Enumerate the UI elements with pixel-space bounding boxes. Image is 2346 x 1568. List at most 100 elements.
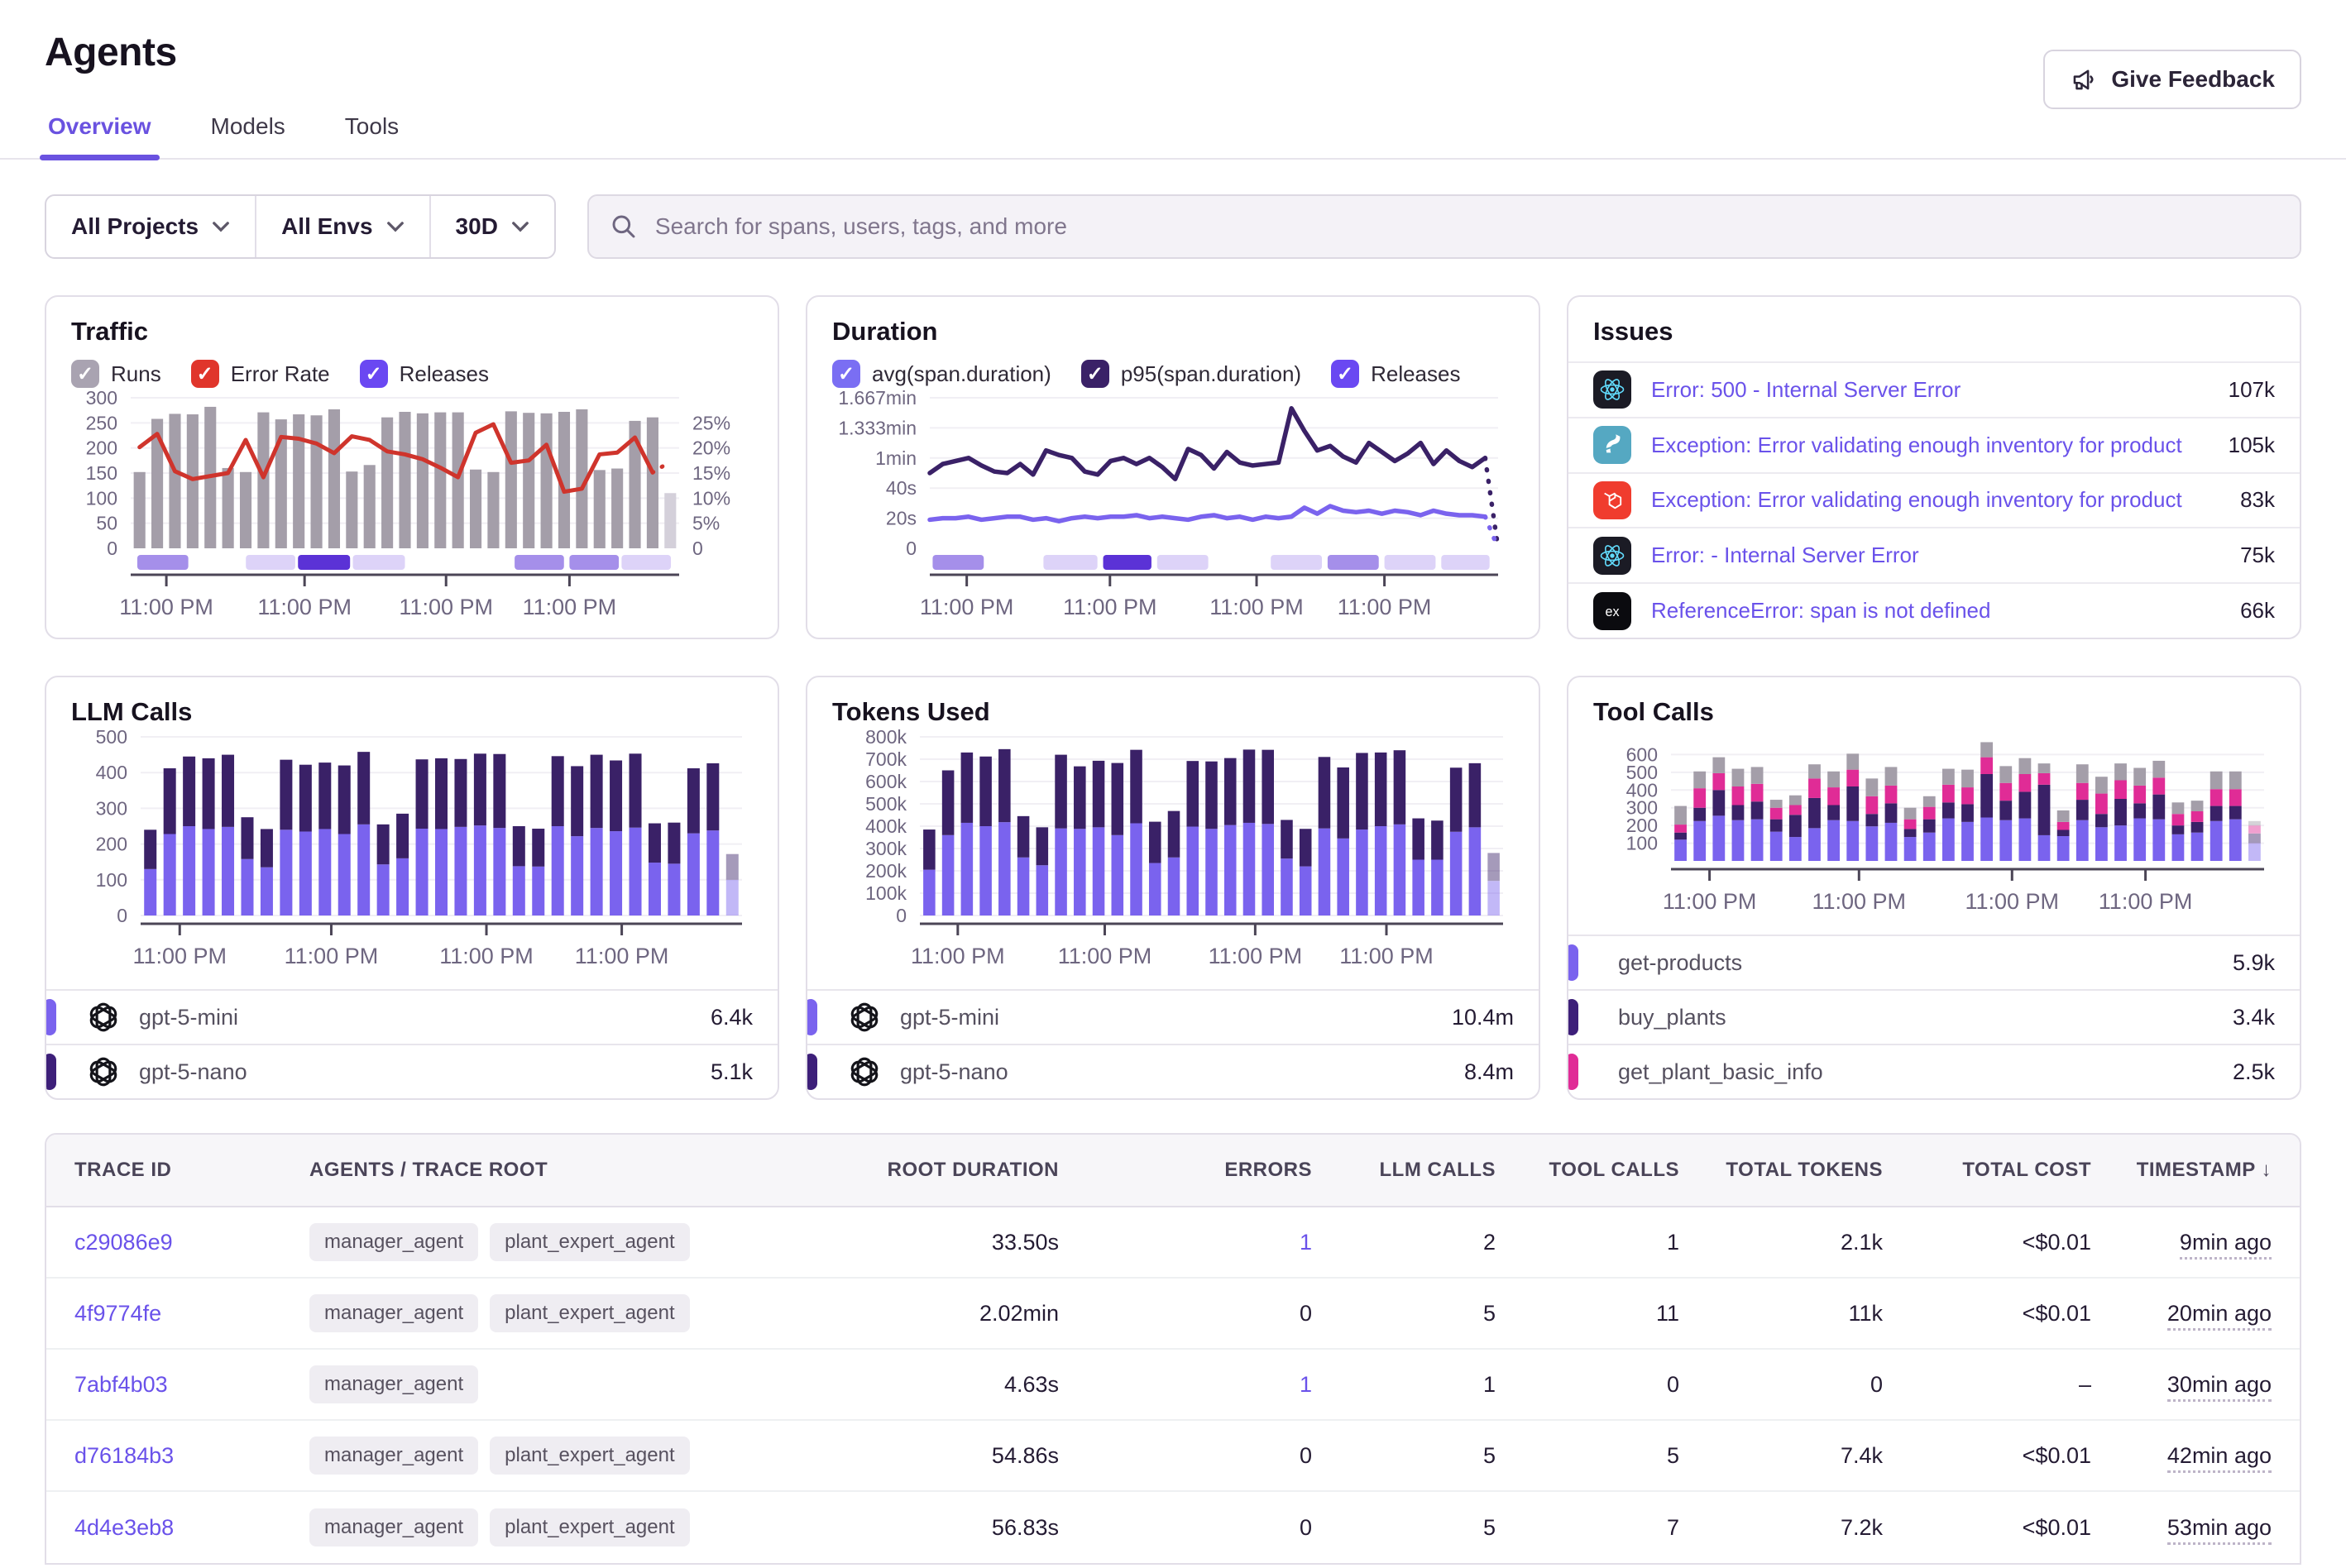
legend-row-gpt-5-mini: gpt-5-mini 6.4k	[46, 989, 778, 1044]
tool-calls-cell: 5	[1496, 1443, 1679, 1469]
give-feedback-label: Give Feedback	[2111, 66, 2275, 93]
svg-text:11:00 PM: 11:00 PM	[523, 595, 617, 618]
runs-checkbox[interactable]: Runs	[71, 360, 161, 388]
releases-label: Releases	[1371, 361, 1460, 387]
svg-text:600: 600	[1626, 743, 1658, 765]
svg-text:300: 300	[96, 797, 127, 819]
tool-calls-cell: 1	[1496, 1230, 1679, 1255]
issue-count: 75k	[2240, 543, 2275, 568]
table-row[interactable]: d76184b3 manager_agentplant_expert_agent…	[46, 1421, 2300, 1492]
series-name: gpt-5-nano	[139, 1059, 247, 1085]
col-total-tokens[interactable]: TOTAL TOKENS	[1679, 1159, 1883, 1182]
col-root-duration[interactable]: ROOT DURATION	[778, 1159, 1059, 1182]
svg-text:11:00 PM: 11:00 PM	[1965, 889, 2059, 914]
col-trace-id[interactable]: TRACE ID	[74, 1159, 281, 1182]
openai-icon	[847, 1054, 882, 1089]
issue-row[interactable]: ex ReferenceError: span is not defined 6…	[1568, 582, 2300, 638]
trace-id-link[interactable]: 4d4e3eb8	[74, 1515, 281, 1541]
timestamp-value[interactable]: 42min ago	[2167, 1443, 2272, 1473]
col-total-cost[interactable]: TOTAL COST	[1883, 1159, 2091, 1182]
agent-tag: manager_agent	[309, 1365, 478, 1403]
col-tool-calls[interactable]: TOOL CALLS	[1496, 1159, 1679, 1182]
table-row[interactable]: c29086e9 manager_agentplant_expert_agent…	[46, 1207, 2300, 1279]
checkbox-checked-icon	[191, 360, 219, 388]
tool-calls-cell: 7	[1496, 1515, 1679, 1541]
projects-filter[interactable]: All Projects	[46, 196, 256, 257]
svg-text:20s: 20s	[886, 508, 917, 529]
releases-checkbox[interactable]: Releases	[1331, 360, 1460, 388]
tokens-used-card: Tokens Used 0100k200k300k400k500k600k700…	[806, 676, 1540, 1100]
svg-text:500: 500	[96, 727, 127, 748]
col-errors[interactable]: ERRORS	[1059, 1159, 1312, 1182]
issue-link[interactable]: Exception: Error validating enough inven…	[1651, 487, 2220, 513]
error-rate-checkbox[interactable]: Error Rate	[191, 360, 330, 388]
releases-checkbox[interactable]: Releases	[360, 360, 489, 388]
avg-duration-checkbox[interactable]: avg(span.duration)	[832, 360, 1051, 388]
issue-count: 107k	[2229, 377, 2275, 403]
series-total: 5.9k	[2233, 950, 2275, 976]
issues-title: Issues	[1568, 317, 2300, 347]
trace-id-link[interactable]: d76184b3	[74, 1443, 281, 1469]
give-feedback-button[interactable]: Give Feedback	[2043, 50, 2301, 109]
runs-label: Runs	[111, 361, 161, 387]
svg-text:5%: 5%	[692, 513, 720, 534]
total-cost-cell: <$0.01	[1883, 1515, 2091, 1541]
svg-text:200: 200	[86, 437, 117, 459]
timestamp-cell: 20min ago	[2091, 1301, 2272, 1327]
timestamp-value[interactable]: 30min ago	[2167, 1372, 2272, 1402]
table-row[interactable]: 4d4e3eb8 manager_agentplant_expert_agent…	[46, 1492, 2300, 1563]
llm-calls-legend: gpt-5-mini 6.4k gpt-5-nano 5.1k	[46, 989, 778, 1098]
checkbox-checked-icon	[1081, 360, 1109, 388]
svg-text:11:00 PM: 11:00 PM	[1063, 595, 1157, 618]
timestamp-value[interactable]: 20min ago	[2167, 1301, 2272, 1331]
tab-models[interactable]: Models	[208, 100, 289, 158]
svg-text:11:00 PM: 11:00 PM	[1812, 889, 1907, 914]
date-range-filter[interactable]: 30D	[431, 196, 554, 257]
issue-link[interactable]: ReferenceError: span is not defined	[1651, 598, 2220, 624]
svg-text:15%: 15%	[692, 462, 730, 484]
search-bar[interactable]	[587, 194, 2301, 259]
trace-id-link[interactable]: 7abf4b03	[74, 1372, 281, 1398]
issue-row[interactable]: Exception: Error validating enough inven…	[1568, 417, 2300, 472]
tab-tools[interactable]: Tools	[342, 100, 402, 158]
trace-id-link[interactable]: 4f9774fe	[74, 1301, 281, 1327]
tab-overview[interactable]: Overview	[45, 100, 155, 158]
series-name: get_plant_basic_info	[1618, 1059, 1823, 1085]
svg-text:400: 400	[96, 762, 127, 783]
svg-text:11:00 PM: 11:00 PM	[575, 944, 669, 968]
p95-duration-checkbox[interactable]: p95(span.duration)	[1081, 360, 1301, 388]
col-agents[interactable]: AGENTS / TRACE ROOT	[281, 1159, 778, 1182]
table-header: TRACE ID AGENTS / TRACE ROOT ROOT DURATI…	[46, 1135, 2300, 1207]
svg-text:400k: 400k	[865, 815, 907, 837]
envs-filter[interactable]: All Envs	[256, 196, 430, 257]
tool-calls-card: Tool Calls 10020030040050060011:00 PM11:…	[1567, 676, 2301, 1100]
table-row[interactable]: 7abf4b03 manager_agent 4.63s 1 1 0 0 – 3…	[46, 1350, 2300, 1421]
issue-row[interactable]: Error: - Internal Server Error 75k	[1568, 527, 2300, 582]
series-total: 6.4k	[711, 1005, 753, 1030]
timestamp-value[interactable]: 9min ago	[2180, 1230, 2272, 1260]
svg-text:300: 300	[86, 390, 117, 409]
timestamp-value[interactable]: 53min ago	[2167, 1515, 2272, 1545]
issue-row[interactable]: Exception: Error validating enough inven…	[1568, 472, 2300, 528]
agent-tag: manager_agent	[309, 1223, 478, 1261]
tokens-used-legend: gpt-5-mini 10.4m gpt-5-nano 8.4m	[807, 989, 1539, 1098]
legend-row-get-products: get-products 5.9k	[1568, 935, 2300, 989]
duration-chart: 020s40s1min1.333min1.667min11:00 PM11:00…	[832, 390, 1514, 638]
series-swatch	[806, 1054, 817, 1090]
col-timestamp[interactable]: TIMESTAMP ↓	[2091, 1159, 2272, 1182]
errors-cell[interactable]: 1	[1059, 1230, 1312, 1255]
svg-text:200k: 200k	[865, 860, 907, 882]
col-llm-calls[interactable]: LLM CALLS	[1312, 1159, 1496, 1182]
issue-link[interactable]: Exception: Error validating enough inven…	[1651, 433, 2209, 458]
series-name: buy_plants	[1618, 1005, 1726, 1030]
trace-id-link[interactable]: c29086e9	[74, 1230, 281, 1255]
issue-link[interactable]: Error: 500 - Internal Server Error	[1651, 377, 2209, 403]
llm-calls-cell: 1	[1312, 1372, 1496, 1398]
llm-calls-card: LLM Calls 010020030040050011:00 PM11:00 …	[45, 676, 779, 1100]
svg-text:150: 150	[86, 462, 117, 484]
issue-row[interactable]: Error: 500 - Internal Server Error 107k	[1568, 361, 2300, 417]
issue-link[interactable]: Error: - Internal Server Error	[1651, 543, 2220, 568]
search-input[interactable]	[654, 213, 2278, 241]
table-row[interactable]: 4f9774fe manager_agentplant_expert_agent…	[46, 1279, 2300, 1350]
errors-cell[interactable]: 1	[1059, 1372, 1312, 1398]
